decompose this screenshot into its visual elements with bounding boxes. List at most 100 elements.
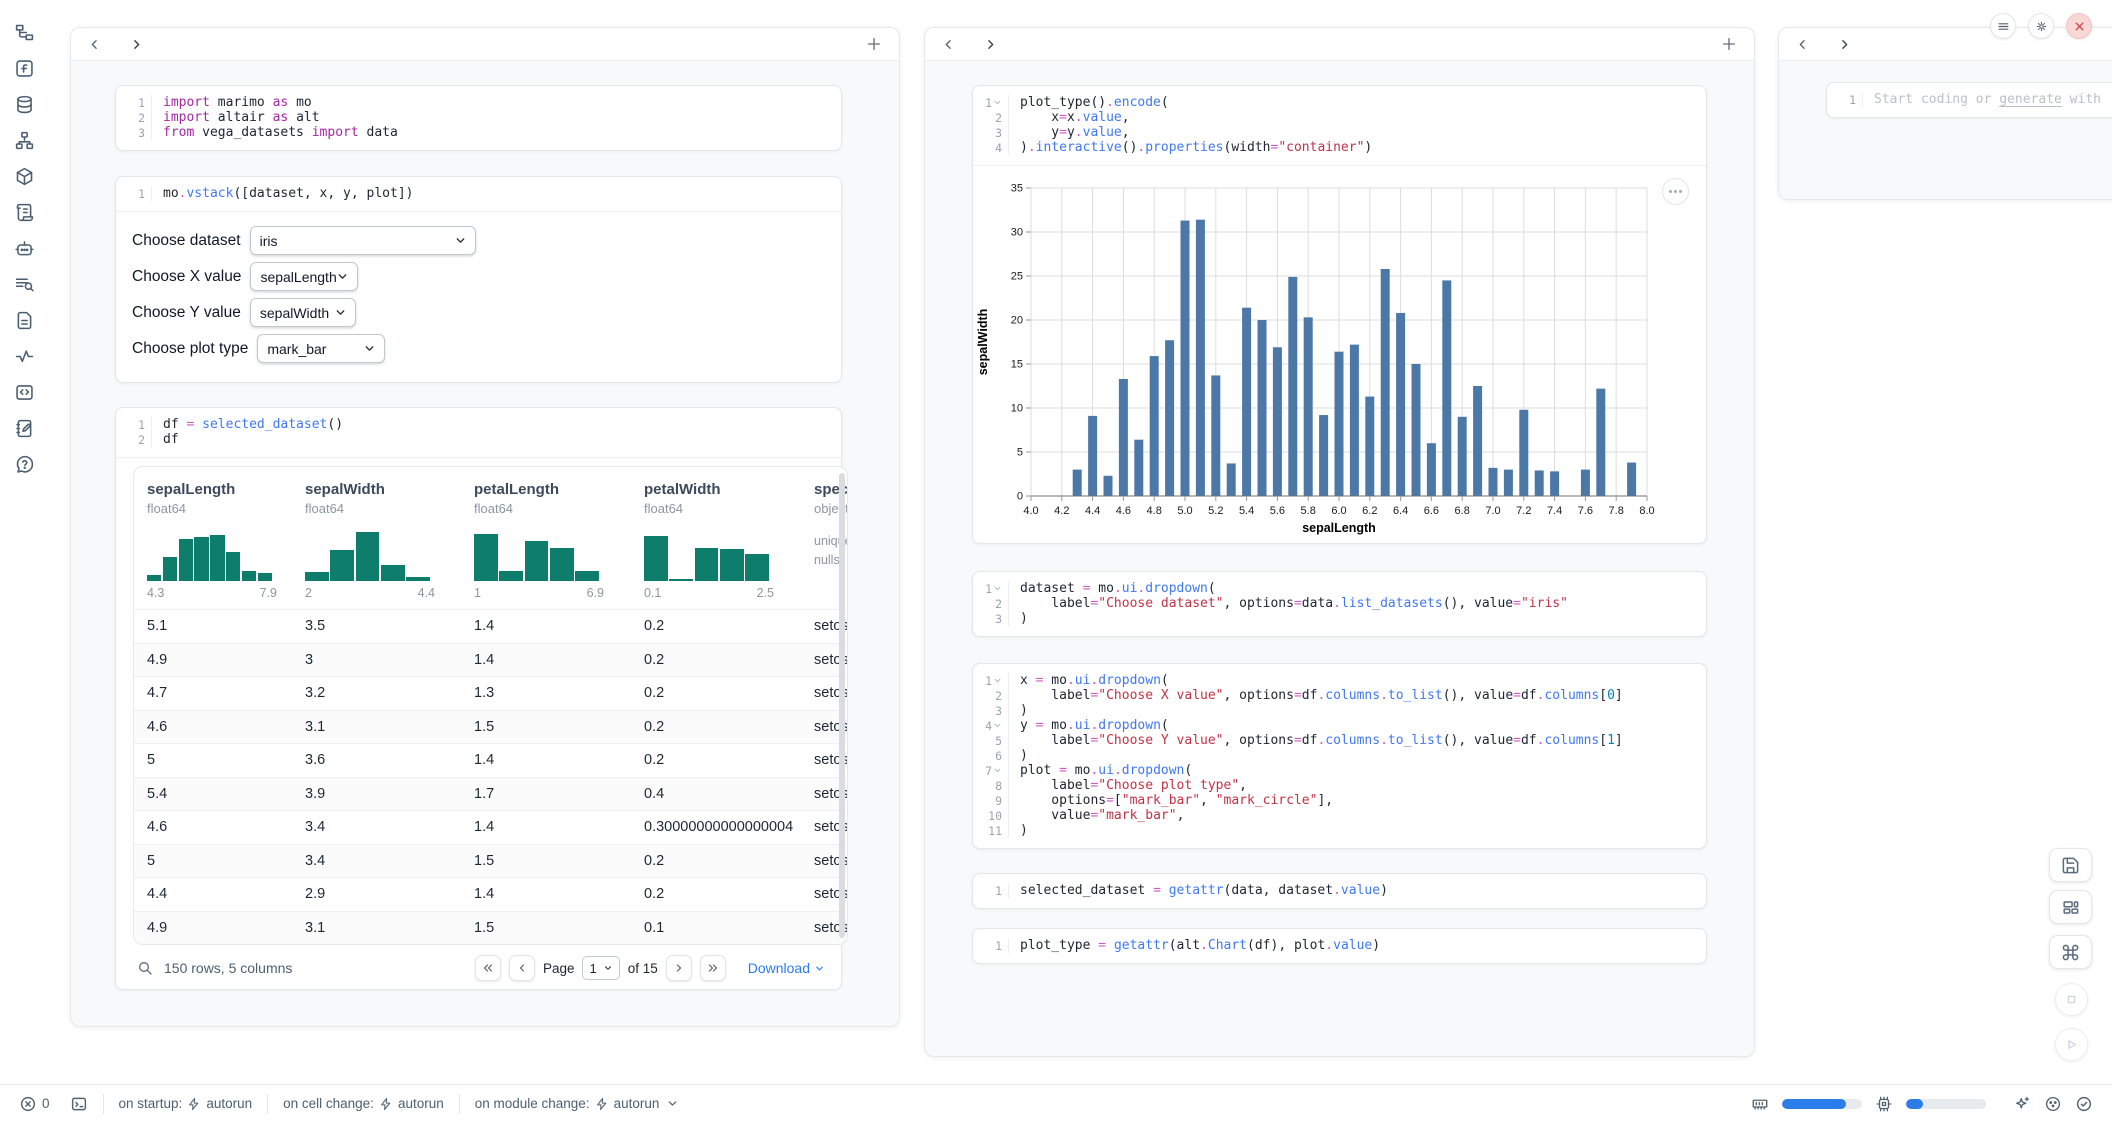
fold-chevron-icon[interactable] [993,676,1002,685]
table-row[interactable]: 4.63.11.50.2setos [134,710,847,744]
page-select[interactable]: 1 [582,956,619,980]
layout-button[interactable] [2049,890,2092,924]
sparkles-icon[interactable] [2013,1095,2031,1113]
table-row[interactable]: 4.42.91.40.2setos [134,877,847,911]
svg-text:0: 0 [1017,491,1023,503]
runtime-config-on-cell-change[interactable]: on cell change:autorun [283,1096,444,1111]
add-cell-icon[interactable] [1721,36,1737,52]
first-page-icon[interactable] [475,955,501,981]
code-editor-selected[interactable]: 1selected_dataset = getattr(data, datase… [973,874,1706,908]
function-square-icon[interactable] [13,57,35,79]
panel-next-icon[interactable] [1838,38,1851,51]
fold-chevron-icon[interactable] [993,766,1002,775]
prev-page-icon[interactable] [509,955,535,981]
code-editor-vstack[interactable]: 1mo.vstack([dataset, x, y, plot]) [116,177,841,211]
run-button[interactable] [2055,1028,2088,1061]
code-text: y=y.value, [1020,125,1130,140]
code-editor-imports[interactable]: 1import marimo as mo2import altair as al… [116,86,841,150]
notebook-pen-icon[interactable] [13,417,35,439]
code-editor-placeholder[interactable]: 1Start coding or generate with [1827,83,2112,117]
table-cell: 4.6 [134,819,292,835]
panel-prev-icon[interactable] [1796,38,1809,51]
chevron-down-icon [667,1098,678,1109]
table-row[interactable]: 4.73.21.30.2setos [134,676,847,710]
line-number: 5 [973,733,1009,748]
dropdown-select-iris[interactable]: iris [250,226,476,255]
code-editor-plottype[interactable]: 1plot_type = getattr(alt.Chart(df), plot… [973,929,1706,963]
code-line: 3 y=y.value, [973,125,1706,140]
panel-next-icon[interactable] [130,38,143,51]
settings-gear-icon[interactable] [2028,13,2054,39]
line-number: 4 [973,718,1009,733]
code-editor-plot[interactable]: 1plot_type().encode(2 x=x.value,3 y=y.va… [973,86,1706,165]
marimo-cloud-icon[interactable] [2044,1095,2062,1113]
list-search-icon[interactable] [13,273,35,295]
table-row[interactable]: 5.43.91.70.4setos [134,777,847,811]
cell-imports: 1import marimo as mo2import altair as al… [115,85,842,151]
file-text-icon[interactable] [13,309,35,331]
menu-icon[interactable] [1990,13,2016,39]
table-column-header-sepalWidth[interactable]: sepalWidthfloat6424.4 [292,481,461,609]
sitemap-icon[interactable] [13,129,35,151]
activity-icon[interactable] [13,345,35,367]
table-row[interactable]: 5.13.51.40.2setos [134,609,847,643]
table-column-header-petalWidth[interactable]: petalWidthfloat640.12.5 [631,481,801,609]
svg-text:7.4: 7.4 [1547,505,1562,517]
dropdown-select-mark_bar[interactable]: mark_bar [257,334,385,363]
runtime-config-on-module-change[interactable]: on module change:autorun [475,1096,679,1111]
line-number: 1 [1827,92,1863,107]
command-palette-button[interactable] [2049,935,2092,969]
status-divider [459,1094,460,1114]
add-cell-icon[interactable] [866,36,882,52]
download-button[interactable]: Download [748,960,825,976]
panel-prev-icon[interactable] [942,38,955,51]
check-circle-icon[interactable] [2075,1095,2093,1113]
package-icon[interactable] [13,165,35,187]
table-cell: 1.4 [461,752,631,768]
code-square-icon[interactable] [13,381,35,403]
error-circle-icon[interactable] [19,1095,37,1113]
table-scrollbar[interactable] [839,473,845,938]
help-circle-icon[interactable] [13,453,35,475]
altair-bar-chart[interactable]: 4.04.24.44.64.85.05.25.45.65.86.06.26.46… [973,166,1710,543]
svg-text:5.0: 5.0 [1177,505,1192,517]
fold-chevron-icon[interactable] [993,98,1002,107]
next-page-icon[interactable] [666,955,692,981]
table-row[interactable]: 4.63.41.40.30000000000000004setos [134,810,847,844]
scroll-icon[interactable] [13,201,35,223]
stop-button[interactable] [2055,983,2088,1016]
code-line: 2 label="Choose dataset", options=data.l… [973,596,1706,611]
chat-bot-icon[interactable] [13,237,35,259]
table-row[interactable]: 4.93.11.50.1setos [134,911,847,945]
database-icon[interactable] [13,93,35,115]
table-column-header-petalLength[interactable]: petalLengthfloat6416.9 [461,481,631,609]
table-row[interactable]: 53.61.40.2setos [134,743,847,777]
runtime-config-on-startup[interactable]: on startup:autorun [119,1096,253,1111]
save-button[interactable] [2049,848,2092,882]
histogram-bar [406,577,430,581]
code-line: 1plot_type().encode( [973,95,1706,110]
fold-chevron-icon[interactable] [993,584,1002,593]
dropdown-select-sepalWidth[interactable]: sepalWidth [250,298,356,327]
code-editor-df[interactable]: 1df = selected_dataset()2df [116,408,841,457]
table-column-header-sepalLength[interactable]: sepalLengthfloat644.37.9 [134,481,292,609]
zap-icon [595,1097,609,1111]
code-editor-dataset[interactable]: 1dataset = mo.ui.dropdown(2 label="Choos… [973,572,1706,636]
code-editor-xyplot[interactable]: 1x = mo.ui.dropdown(2 label="Choose X va… [973,664,1706,848]
vega-actions-icon[interactable] [1662,178,1689,205]
code-line: 10 value="mark_bar", [973,808,1706,823]
panel-prev-icon[interactable] [88,38,101,51]
dropdown-select-sepalLength[interactable]: sepalLength [250,262,358,291]
line-number: 2 [973,596,1009,611]
close-icon[interactable] [2066,13,2092,39]
table-row[interactable]: 4.931.40.2setos [134,643,847,677]
status-bar-left: 0 on startup:autorunon cell change:autor… [19,1094,678,1114]
fold-chevron-icon[interactable] [993,721,1002,730]
svg-text:6.6: 6.6 [1424,505,1439,517]
search-icon[interactable] [137,960,153,976]
file-tree-icon[interactable] [13,21,35,43]
table-row[interactable]: 53.41.50.2setos [134,844,847,878]
panel-next-icon[interactable] [984,38,997,51]
terminal-icon[interactable] [70,1095,88,1113]
last-page-icon[interactable] [700,955,726,981]
